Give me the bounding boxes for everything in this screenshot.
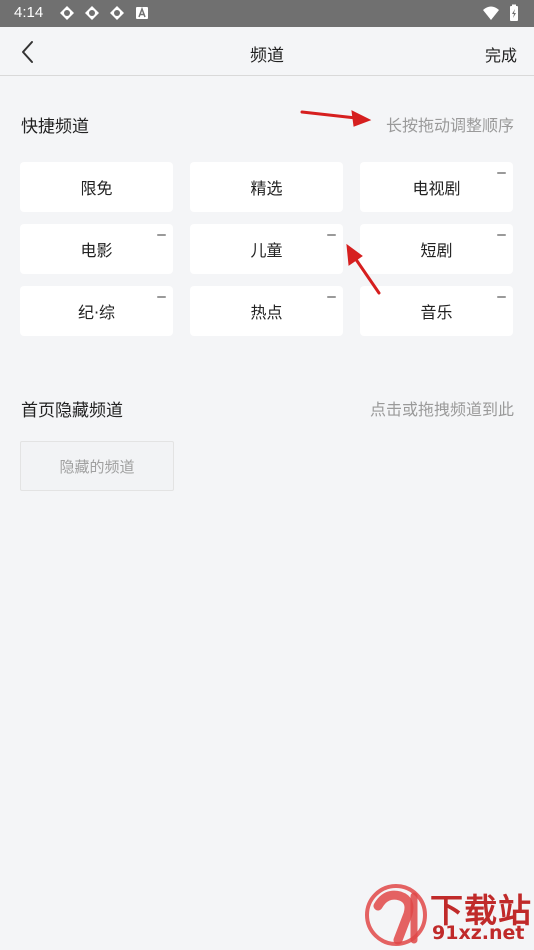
app-notification-icon [84,5,100,21]
watermark-logo-icon [365,884,427,946]
remove-channel-icon[interactable] [157,296,166,298]
channel-tile[interactable]: 热点 [190,286,343,336]
app-notification-icon [59,5,75,21]
status-time: 4:14 [14,4,44,21]
channel-label: 儿童 [250,241,283,260]
channel-label: 限免 [80,179,113,198]
remove-channel-icon[interactable] [327,296,336,298]
watermark-text-sub: 91xz.net [432,922,525,944]
channel-label: 音乐 [420,303,453,322]
quick-channels-title: 快捷频道 [21,117,89,137]
channel-tile[interactable]: 电影 [20,224,173,274]
channel-tile[interactable]: 音乐 [360,286,513,336]
channel-label: 热点 [250,303,283,322]
navbar: 频道 完成 [0,27,534,76]
battery-icon [505,4,523,22]
channel-tile[interactable]: 电视剧 [360,162,513,212]
channel-label: 电影 [80,241,113,260]
remove-channel-icon[interactable] [157,234,166,236]
channel-tile[interactable]: 限免 [20,162,173,212]
wifi-icon [482,4,500,22]
channel-tile[interactable]: 纪·综 [20,286,173,336]
remove-channel-icon[interactable] [497,172,506,174]
channel-label: 电视剧 [412,179,461,198]
annotation-arrow [300,110,372,127]
hidden-channels-dropzone[interactable]: 隐藏的频道 [20,441,174,491]
remove-channel-icon[interactable] [497,234,506,236]
hidden-channels-hint: 点击或拖拽频道到此 [369,400,514,419]
channel-tile[interactable]: 儿童 [190,224,343,274]
remove-channel-icon[interactable] [497,296,506,298]
status-bar: 4:14 [0,0,534,27]
done-button[interactable]: 完成 [485,42,517,66]
channel-label: 纪·综 [77,303,116,322]
hidden-channels-placeholder: 隐藏的频道 [59,457,135,476]
site-watermark: 下载站 91xz.net [364,884,531,946]
channel-label: 短剧 [420,241,453,260]
app-notification-icon [109,5,125,21]
text-notification-icon [134,5,150,21]
channel-tile[interactable]: 短剧 [360,224,513,274]
quick-channels-hint: 长按拖动调整顺序 [385,116,514,135]
channel-tile[interactable]: 精选 [190,162,343,212]
page-title: 频道 [250,46,284,66]
hidden-channels-title: 首页隐藏频道 [21,401,123,421]
channel-label: 精选 [250,179,283,198]
remove-channel-icon[interactable] [327,234,336,236]
